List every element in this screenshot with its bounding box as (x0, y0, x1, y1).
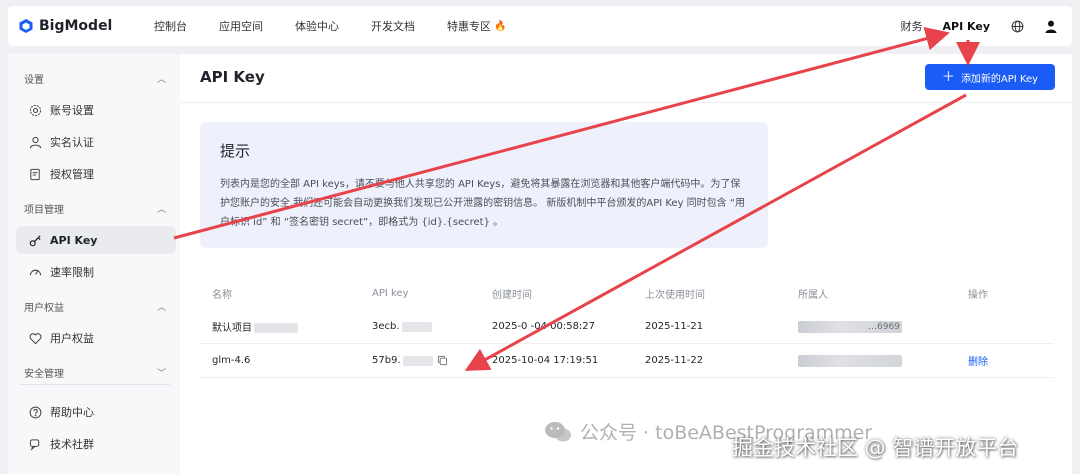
row-name: glm-4.6 (212, 355, 251, 366)
sidebar-group-security[interactable]: 安全管理 ﹀ (24, 365, 166, 380)
nav-special-offers[interactable]: 特惠专区 🔥 (447, 18, 506, 34)
sidebar: 设置 ︿ 账号设置 实名认证 授权管理 项目管理 ︿ API Key 速率限制 (8, 54, 180, 474)
add-api-key-label: 添加新的API Key (960, 73, 1039, 85)
header-action: 操作 (968, 289, 988, 301)
sidebar-group-settings[interactable]: 设置 ︿ (24, 71, 166, 86)
key-icon (28, 233, 42, 247)
delete-link[interactable]: 删除 (968, 357, 988, 368)
main-content: API Key ＋ 添加新的API Key 提示 列表内是您的全部 API ke… (180, 54, 1072, 474)
row-key: 3ecb. (372, 321, 400, 332)
chevron-up-icon: ︿ (156, 303, 166, 313)
sidebar-item-api-key[interactable]: API Key (16, 226, 176, 254)
brand-name: BigModel (39, 18, 113, 34)
table-header: 名称 API key 创建时间 上次使用时间 所属人 操作 (200, 282, 1054, 304)
header-divider (180, 102, 1072, 103)
tip-box: 提示 列表内是您的全部 API keys，请不要与他人共享您的 API Keys… (200, 122, 768, 248)
help-circle-icon (28, 405, 42, 419)
nav-api-key[interactable]: API Key (943, 20, 990, 33)
sidebar-item-rate-limit-label: 速率限制 (50, 266, 94, 279)
sidebar-group-settings-label: 设置 (24, 75, 44, 86)
header-created: 创建时间 (492, 289, 532, 301)
sidebar-group-project[interactable]: 项目管理 ︿ (24, 201, 166, 216)
row-name-cell: 默认项目 (200, 319, 372, 334)
nav-special-offers-label: 特惠专区 (447, 20, 491, 33)
sidebar-item-account-label: 账号设置 (50, 104, 94, 117)
sidebar-item-user-rights[interactable]: 用户权益 (16, 324, 176, 352)
juejin-watermark: 掘金技术社区 @ 智谱开放平台 (732, 436, 1019, 460)
copy-icon[interactable] (437, 355, 448, 366)
page-title: API Key (200, 68, 265, 86)
gear-icon (28, 103, 42, 117)
sidebar-item-community[interactable]: 技术社群 (16, 430, 176, 458)
sidebar-item-account[interactable]: 账号设置 (16, 96, 176, 124)
tip-title: 提示 (220, 142, 251, 160)
sidebar-group-security-label: 安全管理 (24, 369, 64, 380)
row-name: 默认项目 (212, 323, 252, 334)
row-key: 57b9. (372, 355, 401, 366)
sidebar-item-api-key-label: API Key (50, 233, 98, 247)
row-key-cell: 3ecb. (372, 321, 492, 332)
header-last-used: 上次使用时间 (645, 289, 705, 301)
sidebar-item-user-rights-label: 用户权益 (50, 332, 94, 345)
header-name: 名称 (212, 289, 232, 301)
sidebar-item-community-label: 技术社群 (50, 438, 94, 451)
row-owner: …6969 (798, 320, 968, 333)
top-navbar: BigModel 控制台 应用空间 体验中心 开发文档 特惠专区 🔥 财务 AP… (8, 6, 1072, 46)
table-row: 默认项目 3ecb. 2025-0 -04 00:58:27 2025-11-2… (200, 310, 1054, 344)
chevron-down-icon: ﹀ (156, 369, 166, 379)
sidebar-group-rights-label: 用户权益 (24, 303, 64, 314)
header-api-key: API key (372, 287, 409, 299)
heart-check-icon (28, 331, 42, 345)
sidebar-item-realname[interactable]: 实名认证 (16, 128, 176, 156)
speedometer-icon (28, 265, 42, 279)
redacted-block (402, 355, 433, 366)
row-created: 2025-10-04 17:19:51 (492, 355, 599, 366)
row-key-cell: 57b9. (372, 355, 492, 366)
sidebar-item-rate-limit[interactable]: 速率限制 (16, 258, 176, 286)
add-api-key-button[interactable]: ＋ 添加新的API Key (925, 64, 1055, 90)
sidebar-item-help[interactable]: 帮助中心 (16, 398, 176, 426)
sidebar-item-auth-label: 授权管理 (50, 168, 94, 181)
nav-right: 财务 API Key (881, 18, 1058, 34)
tip-text: 列表内是您的全部 API keys，请不要与他人共享您的 API Keys，避免… (220, 179, 746, 228)
person-icon (28, 135, 42, 149)
bigmodel-logo-icon (19, 19, 33, 33)
sidebar-item-auth[interactable]: 授权管理 (16, 160, 176, 188)
sidebar-item-help-label: 帮助中心 (50, 406, 94, 419)
globe-icon[interactable] (1010, 19, 1024, 33)
api-key-table: 名称 API key 创建时间 上次使用时间 所属人 操作 默认项目 3ecb.… (200, 282, 1054, 378)
owner-suffix: …6969 (868, 321, 900, 332)
table-row: glm-4.6 57b9. 2025-10-04 17:19:51 2025-1… (200, 344, 1054, 378)
chevron-up-icon: ︿ (156, 205, 166, 215)
brand-logo[interactable]: BigModel (18, 18, 148, 34)
sidebar-divider (20, 384, 170, 385)
chevron-up-icon: ︿ (156, 75, 166, 85)
row-owner (798, 354, 968, 367)
sidebar-group-rights[interactable]: 用户权益 ︿ (24, 299, 166, 314)
sidebar-group-project-label: 项目管理 (24, 205, 64, 216)
fire-icon: 🔥 (494, 20, 507, 32)
nav-app-space[interactable]: 应用空间 (219, 18, 263, 34)
row-created: 2025-0 -04 00:58:27 (492, 321, 596, 332)
redacted-owner (798, 354, 902, 367)
nav-docs[interactable]: 开发文档 (371, 18, 415, 34)
plus-icon: ＋ (941, 69, 955, 85)
redacted-block (254, 323, 298, 333)
sidebar-item-realname-label: 实名认证 (50, 136, 94, 149)
row-last-used: 2025-11-21 (645, 321, 704, 332)
nav-experience-center[interactable]: 体验中心 (295, 18, 339, 34)
header-owner: 所属人 (798, 289, 828, 301)
row-last-used: 2025-11-22 (645, 355, 704, 366)
redacted-block (401, 321, 432, 332)
nav-console[interactable]: 控制台 (154, 18, 187, 34)
nav-finance[interactable]: 财务 (901, 18, 923, 34)
chat-bubbles-icon (28, 437, 42, 451)
wechat-icon (545, 421, 571, 441)
user-avatar-icon[interactable] (1044, 19, 1058, 33)
document-check-icon (28, 167, 42, 181)
row-action-cell: 删除 (968, 353, 1054, 368)
main-nav: 控制台 应用空间 体验中心 开发文档 特惠专区 🔥 (154, 18, 538, 34)
